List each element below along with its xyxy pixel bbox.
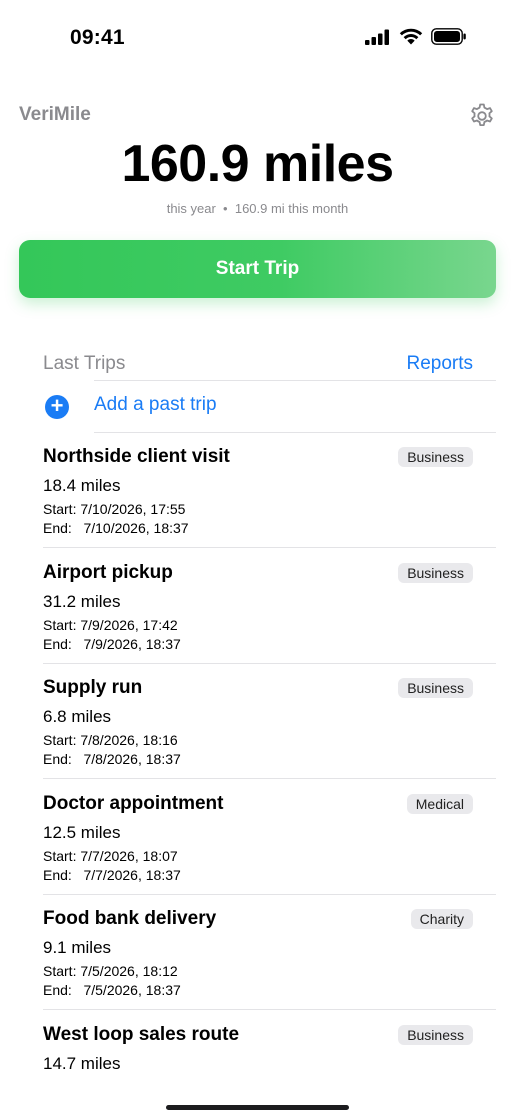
trip-end-time: End: 7/9/2026, 18:37 (43, 635, 181, 652)
trip-miles: 12.5 miles (43, 822, 121, 842)
reports-link[interactable]: Reports (406, 353, 473, 375)
divider (43, 778, 496, 780)
trip-end-time: End: 7/8/2026, 18:37 (43, 751, 181, 768)
trip-miles: 31.2 miles (43, 591, 121, 611)
battery-icon (431, 28, 466, 45)
add-past-trip-label: Add a past trip (94, 394, 217, 415)
trip-end-time: End: 7/5/2026, 18:37 (43, 982, 181, 999)
divider (43, 1009, 496, 1011)
trip-row[interactable]: Airport pickup Business 31.2 miles Start: 7… (43, 562, 473, 672)
trip-miles: 9.1 miles (43, 938, 112, 958)
gear-icon[interactable] (468, 102, 496, 130)
trip-end-time: End: 7/7/2026, 18:37 (43, 866, 181, 883)
status-time: 09:41 (70, 26, 125, 49)
divider (43, 547, 496, 548)
divider (43, 662, 496, 664)
trip-miles: 6.8 miles (43, 707, 112, 727)
home-indicator[interactable] (166, 1105, 349, 1110)
trip-category-badge: Business (398, 447, 473, 467)
trip-name: Doctor appointment (43, 792, 224, 814)
trip-start-time: Start: 7/8/2026, 18:16 (43, 732, 178, 749)
trip-row[interactable]: West loop sales route Business 14.7 miles (43, 1024, 473, 1090)
trip-category-badge: Business (398, 1025, 473, 1045)
trip-name: Northside client visit (43, 446, 230, 467)
total-subtitle: this year • 160.9 mi this month (166, 201, 349, 216)
divider (94, 380, 496, 381)
trip-category-badge: Medical (406, 793, 473, 814)
status-bar: 09:41 (0, 0, 515, 76)
plus-circle-icon: + (45, 395, 69, 419)
trip-row[interactable]: Northside client visit Business 18.4 miles… (43, 446, 473, 556)
total-miles: 160.9 miles (121, 135, 394, 193)
trip-miles: 14.7 miles (43, 1054, 121, 1073)
trip-name: Supply run (43, 677, 143, 699)
last-trips-heading: Last Trips (43, 353, 126, 374)
trip-name: Airport pickup (43, 561, 173, 583)
trip-category-badge: Charity (410, 909, 473, 930)
trip-row[interactable]: Food bank delivery Charity 9.1 miles Start:… (43, 908, 473, 1018)
cellular-signal-icon (365, 29, 389, 45)
trip-row[interactable]: Supply run Business 6.8 miles Start: 7/8/20… (43, 677, 473, 787)
trips-header: Last Trips Reports (43, 353, 473, 379)
trip-name: West loop sales route (43, 1024, 240, 1045)
trip-end-time: End: 7/10/2026, 18:37 (43, 520, 189, 536)
trip-category-badge: Business (398, 678, 473, 699)
app-title: VeriMile (19, 104, 91, 125)
wifi-icon (399, 28, 423, 45)
divider (94, 432, 496, 433)
trip-start-time: Start: 7/7/2026, 18:07 (43, 847, 178, 864)
trip-name: Food bank delivery (43, 908, 217, 930)
divider (43, 893, 496, 895)
trip-start-time: Start: 7/5/2026, 18:12 (43, 963, 178, 980)
trip-category-badge: Business (398, 562, 473, 583)
add-past-trip-row[interactable]: + Add a past trip (43, 394, 473, 420)
trip-miles: 18.4 miles (43, 476, 121, 495)
status-icons (365, 28, 467, 45)
trip-start-time: Start: 7/9/2026, 17:42 (43, 616, 178, 633)
start-trip-button[interactable]: Start Trip (19, 240, 496, 298)
trip-row[interactable]: Doctor appointment Medical 12.5 miles Start… (43, 793, 473, 903)
trip-start-time: Start: 7/10/2026, 17:55 (43, 501, 186, 517)
